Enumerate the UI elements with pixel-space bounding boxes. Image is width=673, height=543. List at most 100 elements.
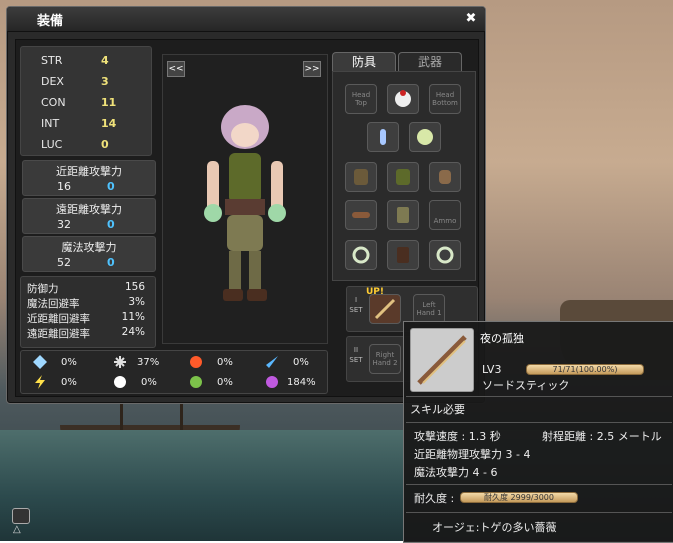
next-character-button[interactable]: >> — [303, 61, 321, 77]
slot-right-hand-2[interactable]: Right Hand 2 — [369, 344, 401, 374]
defense-row: 魔法回避率 3% — [27, 296, 147, 310]
orb-icon — [417, 129, 433, 145]
resist-panel: 0% 37% 0% 0% 0% 0% 0% 184% — [20, 350, 328, 394]
close-icon[interactable]: ✖ — [463, 11, 479, 27]
resist-value: 0% — [141, 377, 157, 388]
hud-icon[interactable] — [12, 508, 30, 524]
item-level: LV3 — [482, 363, 502, 376]
pants-icon — [397, 207, 409, 223]
stat-row-luc: LUC 0 — [21, 135, 149, 155]
belt-icon — [352, 212, 370, 218]
item-name: 夜の孤独 — [480, 332, 524, 345]
ring-icon — [352, 246, 370, 264]
slot-ammo[interactable]: Ammo — [429, 200, 461, 230]
light-icon — [114, 376, 126, 388]
water-blade-icon — [266, 356, 278, 368]
range-text: 射程距離 : 2.5 メートル — [542, 430, 662, 443]
defense-value: 156 — [124, 281, 145, 293]
attack-label: 魔法攻撃力 — [61, 241, 117, 254]
window-titlebar[interactable]: 装備 ✖ — [7, 7, 485, 32]
defense-panel: 防御力 156 魔法回避率 3% 近距離回避率 11% 遠距離回避率 24% — [20, 276, 156, 348]
slot-label: Right Hand 2 — [372, 351, 398, 367]
melee-attack-box: 近距離攻撃力 16 0 — [22, 160, 156, 196]
slot-earring-right[interactable] — [409, 122, 441, 152]
slot-head-bottom[interactable]: Head Bottom — [429, 84, 461, 114]
stat-value: 3 — [101, 75, 109, 88]
slot-pants[interactable] — [387, 200, 419, 230]
slot-belt[interactable] — [345, 200, 377, 230]
level-bar: 71/71(100.00%) — [526, 364, 644, 375]
slot-left-hand-1[interactable]: Left Hand 1 — [413, 294, 445, 324]
stat-row-int: INT 14 — [21, 114, 149, 134]
resist-value: 0% — [217, 377, 233, 388]
up-arrow-icon[interactable]: △ — [13, 524, 21, 535]
slot-label: Head Bottom — [432, 91, 458, 107]
slot-right-hand-1[interactable]: UP! — [366, 287, 401, 324]
attack-speed-text: 攻撃速度 : 1.3 秒 — [414, 430, 501, 443]
armor-piece-icon — [354, 169, 368, 185]
resist-value: 37% — [137, 357, 160, 368]
divider — [406, 484, 672, 485]
divider — [406, 396, 672, 397]
item-image — [410, 328, 474, 392]
requirement-text: スキル必要 — [410, 403, 465, 416]
stat-row-con: CON 11 — [21, 93, 149, 113]
set-label: II SET — [349, 346, 363, 364]
attack-value: 16 — [57, 180, 71, 193]
boots-icon — [397, 247, 409, 263]
ouji-text: オージェ:トゲの多い薔薇 — [432, 521, 557, 534]
attack-label: 近距離攻撃力 — [56, 165, 122, 178]
slot-head-top[interactable]: Head Top — [345, 84, 377, 114]
defense-row: 近距離回避率 11% — [27, 311, 147, 325]
fire-icon — [190, 356, 202, 368]
slot-boots[interactable] — [387, 240, 419, 270]
defense-value: 24% — [121, 326, 145, 338]
slot-armor-left[interactable] — [345, 162, 377, 192]
character-preview: << >> — [162, 54, 328, 344]
stat-label: DEX — [41, 75, 64, 88]
tab-weapon[interactable]: 武器 — [398, 52, 462, 71]
defense-value: 3% — [128, 296, 145, 308]
prev-character-button[interactable]: << — [167, 61, 185, 77]
slot-head-middle[interactable] — [387, 84, 419, 114]
melee-attack-text: 近距離物理攻撃力 3 - 4 — [414, 448, 531, 461]
slot-label: Left Hand 1 — [416, 301, 442, 317]
wind-icon — [114, 356, 126, 368]
defense-label: 防御力 — [27, 283, 59, 295]
defense-value: 11% — [121, 311, 145, 323]
slot-ring-left[interactable] — [345, 240, 377, 270]
stat-label: CON — [41, 96, 66, 109]
attack-bonus: 0 — [107, 256, 115, 269]
attack-value: 32 — [57, 218, 71, 231]
resist-value: 0% — [217, 357, 233, 368]
potion-icon — [380, 129, 386, 145]
ring-icon — [436, 246, 454, 264]
slot-body-armor[interactable] — [387, 162, 419, 192]
shirt-icon — [396, 169, 410, 185]
earth-icon — [190, 376, 202, 388]
slot-gloves[interactable] — [429, 162, 461, 192]
defense-label: 近距離回避率 — [27, 313, 90, 325]
stat-label: LUC — [41, 138, 63, 151]
defense-label: 遠距離回避率 — [27, 328, 90, 340]
slot-earring-left[interactable] — [367, 122, 399, 152]
set-label: I SET — [349, 296, 363, 314]
resist-value: 0% — [293, 357, 309, 368]
slot-label: Head Top — [351, 91, 371, 107]
stat-value: 4 — [101, 54, 109, 67]
attack-bonus: 0 — [107, 218, 115, 231]
item-tooltip: 夜の孤独 LV3 71/71(100.00%) ソードスティック スキル必要 攻… — [403, 321, 673, 543]
tab-armor[interactable]: 防具 — [332, 52, 396, 71]
slot-ring-right[interactable] — [429, 240, 461, 270]
window-title: 装備 — [37, 14, 64, 29]
gloves-icon — [439, 170, 451, 184]
defense-label: 魔法回避率 — [27, 298, 80, 310]
stat-value: 0 — [101, 138, 109, 151]
defense-row: 遠距離回避率 24% — [27, 326, 147, 340]
stats-panel: STR 4 DEX 3 CON 11 INT 14 LUC 0 — [20, 46, 152, 156]
stat-value: 11 — [101, 96, 117, 109]
lightning-icon — [35, 375, 45, 389]
armor-equipment-grid: Head Top Head Bottom Ammo — [332, 71, 476, 281]
stat-row-str: STR 4 — [21, 51, 149, 71]
defense-row: 防御力 156 — [27, 281, 147, 295]
